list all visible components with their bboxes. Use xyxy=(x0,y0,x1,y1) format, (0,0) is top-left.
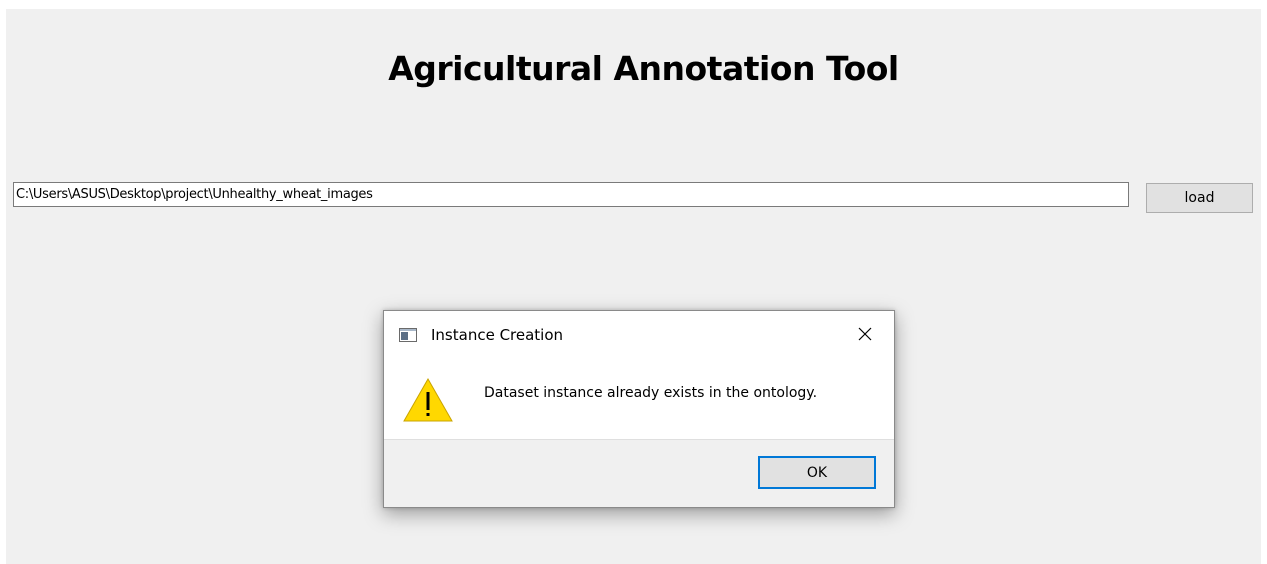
warning-icon xyxy=(403,377,453,422)
message-dialog: Instance Creation Dataset instance alrea… xyxy=(383,310,895,508)
dialog-titlebar[interactable]: Instance Creation xyxy=(384,311,894,359)
folder-path-input[interactable] xyxy=(13,182,1129,207)
dialog-title: Instance Creation xyxy=(431,326,564,344)
load-button[interactable]: load xyxy=(1146,183,1253,213)
dialog-divider xyxy=(384,439,894,440)
dialog-message: Dataset instance already exists in the o… xyxy=(484,385,818,401)
close-button[interactable] xyxy=(850,321,880,349)
dialog-body: Dataset instance already exists in the o… xyxy=(384,359,894,439)
ok-button[interactable]: OK xyxy=(758,456,876,489)
window-app-icon xyxy=(399,328,417,342)
app-title: Agricultural Annotation Tool xyxy=(388,49,899,88)
close-icon xyxy=(858,327,872,341)
